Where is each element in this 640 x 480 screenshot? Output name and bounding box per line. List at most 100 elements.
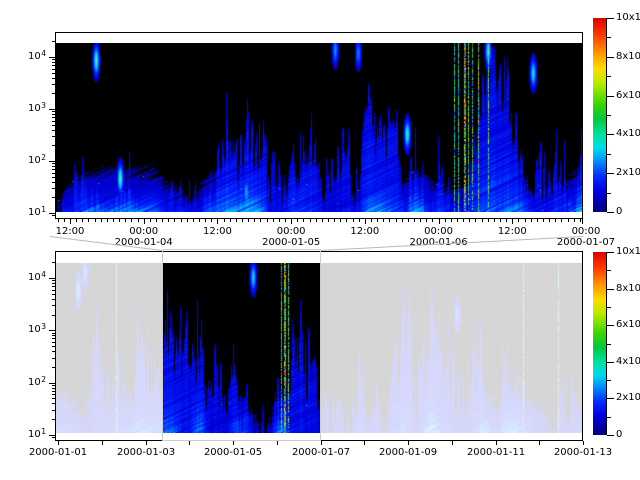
overview-y-minor-tick bbox=[52, 294, 55, 295]
detail-y-minor-tick bbox=[52, 121, 55, 122]
overview-x-tick-label: 2000-01-09 bbox=[368, 447, 448, 458]
detail-y-minor-tick bbox=[52, 166, 55, 167]
overview-colorbar-tick bbox=[607, 252, 614, 253]
detail-x-minor-tick bbox=[310, 219, 311, 222]
detail-y-minor-tick bbox=[52, 215, 55, 216]
overview-x-tick bbox=[146, 441, 147, 445]
overview-y-minor-tick bbox=[52, 391, 55, 392]
detail-x-minor-tick bbox=[414, 219, 415, 222]
overview-y-minor-tick bbox=[52, 403, 55, 404]
detail-y-minor-tick bbox=[52, 163, 55, 164]
detail-x-minor-tick bbox=[463, 219, 464, 222]
detail-x-tick bbox=[582, 219, 583, 224]
detail-x-minor-tick bbox=[303, 219, 304, 222]
detail-x-minor-tick bbox=[432, 219, 433, 222]
overview-y-minor-tick bbox=[52, 346, 55, 347]
detail-x-tick-label: 12:00 bbox=[335, 226, 395, 237]
overview-x-tick bbox=[233, 441, 234, 445]
detail-x-minor-tick bbox=[267, 219, 268, 222]
overview-colorbar-tick-label: 2x107 bbox=[616, 392, 640, 403]
detail-x-minor-tick bbox=[451, 219, 452, 222]
detail-y-minor-tick bbox=[52, 136, 55, 137]
detail-colorbar-minor-tick bbox=[607, 193, 611, 194]
detail-x-minor-tick bbox=[205, 219, 206, 222]
detail-colorbar-tick-label: 6x107 bbox=[616, 90, 640, 101]
detail-x-minor-tick bbox=[359, 219, 360, 222]
detail-x-minor-tick bbox=[76, 219, 77, 222]
detail-colorbar-tick-label: 8x107 bbox=[616, 51, 640, 62]
overview-x-tick-label: 2000-01-11 bbox=[456, 447, 536, 458]
overview-y-minor-tick bbox=[52, 367, 55, 368]
spectrogram-figure: 10410310210110x1078x1076x1074x1072x10701… bbox=[0, 0, 640, 480]
detail-x-minor-tick bbox=[445, 219, 446, 222]
detail-x-minor-tick bbox=[322, 219, 323, 222]
detail-x-minor-tick bbox=[95, 219, 96, 222]
overview-colorbar-tick bbox=[607, 325, 614, 326]
detail-colorbar-tick bbox=[607, 96, 614, 97]
detail-x-minor-tick bbox=[457, 219, 458, 222]
detail-x-minor-tick bbox=[518, 219, 519, 222]
detail-colorbar-minor-tick bbox=[607, 115, 611, 116]
detail-x-minor-tick bbox=[279, 219, 280, 222]
detail-x-minor-tick bbox=[64, 219, 65, 222]
overview-y-minor-tick bbox=[52, 305, 55, 306]
detail-x-minor-tick bbox=[420, 219, 421, 222]
detail-x-minor-tick bbox=[260, 219, 261, 222]
detail-x-minor-tick bbox=[156, 219, 157, 222]
detail-x-minor-tick bbox=[475, 219, 476, 222]
detail-x-minor-tick bbox=[150, 219, 151, 222]
detail-x-minor-tick bbox=[236, 219, 237, 222]
overview-y-minor-tick bbox=[52, 351, 55, 352]
detail-x-minor-tick bbox=[113, 219, 114, 222]
overview-colorbar-tick-label: 6x107 bbox=[616, 319, 640, 330]
detail-colorbar-tick-label: 4x107 bbox=[616, 128, 640, 139]
overview-colorbar-minor-tick bbox=[607, 344, 611, 345]
detail-y-minor-tick bbox=[52, 69, 55, 70]
detail-x-tick bbox=[291, 219, 292, 224]
overview-y-minor-tick bbox=[52, 419, 55, 420]
detail-colorbar-tick-label: 0 bbox=[616, 206, 622, 217]
detail-x-minor-tick bbox=[346, 219, 347, 222]
detail-y-minor-tick bbox=[52, 78, 55, 79]
detail-y-minor-tick bbox=[52, 173, 55, 174]
overview-wash-right bbox=[321, 263, 582, 433]
detail-x-minor-tick bbox=[162, 219, 163, 222]
detail-x-minor-tick bbox=[273, 219, 274, 222]
overview-y-minor-tick bbox=[52, 342, 55, 343]
overview-y-tick bbox=[49, 435, 55, 436]
detail-x-minor-tick bbox=[506, 219, 507, 222]
detail-x-date-label: 2000-01-07 bbox=[551, 237, 621, 248]
detail-y-tick bbox=[49, 161, 55, 162]
detail-colorbar-tick-label: 2x107 bbox=[616, 167, 640, 178]
detail-x-tick-label: 00:00 bbox=[556, 226, 616, 237]
overview-y-tick-label: 103 bbox=[13, 324, 46, 335]
overview-colorbar-minor-tick bbox=[607, 307, 611, 308]
detail-x-minor-tick bbox=[199, 219, 200, 222]
detail-x-tick-label: 00:00 bbox=[114, 226, 174, 237]
overview-colorbar-tick-label: 4x107 bbox=[616, 356, 640, 367]
detail-y-minor-tick bbox=[52, 182, 55, 183]
detail-x-tick-label: 00:00 bbox=[261, 226, 321, 237]
detail-x-date-label: 2000-01-04 bbox=[109, 237, 179, 248]
overview-x-tick bbox=[364, 441, 365, 445]
overview-colorbar-minor-tick bbox=[607, 417, 611, 418]
detail-x-tick bbox=[439, 219, 440, 224]
overview-x-tick bbox=[102, 441, 103, 445]
detail-y-tick bbox=[49, 213, 55, 214]
detail-x-minor-tick bbox=[138, 219, 139, 222]
detail-x-date-label: 2000-01-05 bbox=[256, 237, 326, 248]
detail-x-minor-tick bbox=[353, 219, 354, 222]
detail-y-tick-label: 101 bbox=[13, 207, 46, 218]
detail-spectrogram-canvas[interactable] bbox=[56, 43, 582, 212]
detail-colorbar-tick bbox=[607, 134, 614, 135]
overview-y-minor-tick bbox=[52, 388, 55, 389]
detail-colorbar-tick bbox=[607, 212, 614, 213]
detail-x-date-label: 2000-01-06 bbox=[404, 237, 474, 248]
detail-x-minor-tick bbox=[494, 219, 495, 222]
detail-y-minor-tick bbox=[52, 145, 55, 146]
overview-y-minor-tick bbox=[52, 335, 55, 336]
overview-colorbar bbox=[593, 252, 607, 435]
detail-x-minor-tick bbox=[525, 219, 526, 222]
overview-y-minor-tick bbox=[52, 398, 55, 399]
detail-y-minor-tick bbox=[52, 41, 55, 42]
